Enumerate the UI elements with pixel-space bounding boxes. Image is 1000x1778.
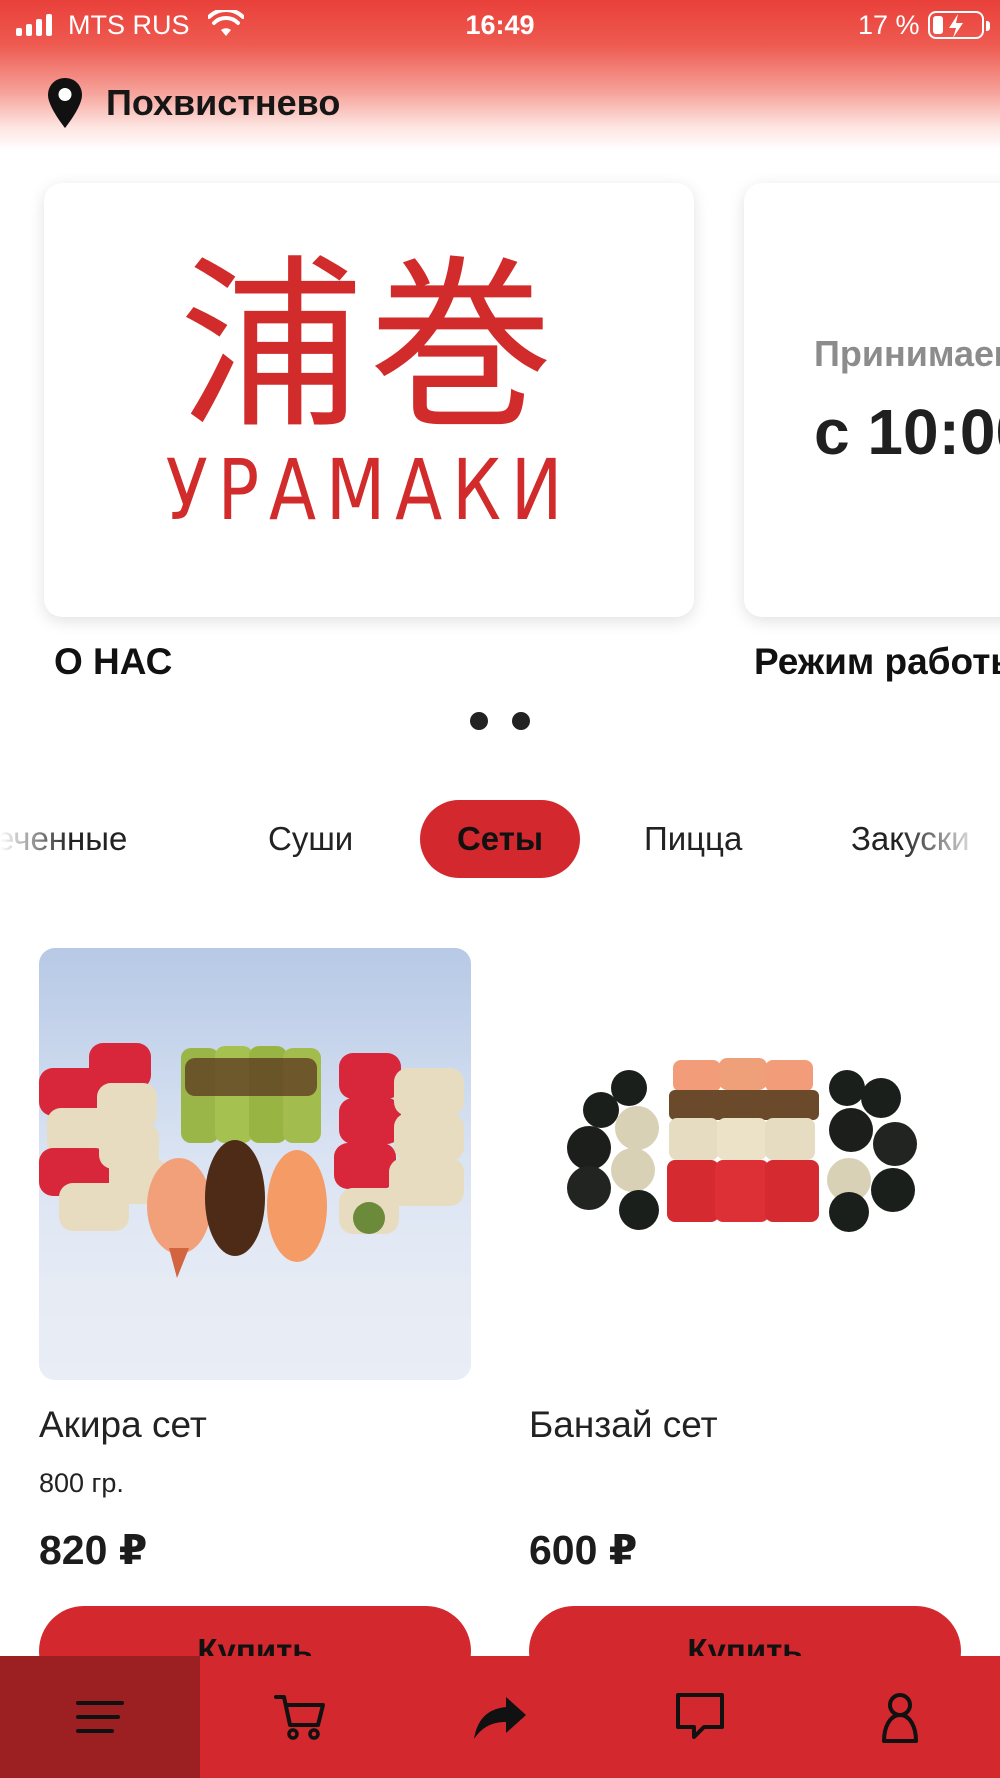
hours-value: с 10:00: [814, 396, 1000, 468]
location-pin-icon: [48, 78, 82, 128]
tab-sets[interactable]: Сеты: [420, 800, 580, 878]
pagination-dot[interactable]: [512, 712, 530, 730]
product-weight: 800 гр.: [39, 1468, 124, 1498]
carousel-pagination: [0, 712, 1000, 730]
menu-icon: [76, 1701, 124, 1733]
product-card[interactable]: Акира сет 800 гр. 820 ₽ Купить: [39, 948, 471, 1696]
nav-menu[interactable]: [0, 1656, 200, 1778]
location-selector[interactable]: Похвистнево: [46, 76, 340, 130]
nav-chat[interactable]: [600, 1656, 800, 1778]
brand-logo-cjk: 浦巻: [178, 240, 559, 454]
product-image-banzai-set[interactable]: [529, 948, 961, 1380]
battery-icon: [928, 11, 990, 39]
status-bar: MTS RUS 16:49 17 %: [0, 0, 1000, 52]
pagination-dot[interactable]: [470, 712, 488, 730]
info-carousel[interactable]: 浦巻 УРАМАКИ О НАС Принимаем с 10:00 Режим…: [0, 165, 1000, 705]
city-name: Похвистнево: [106, 82, 341, 123]
product-name: Акира сет: [39, 1404, 207, 1445]
category-tabs[interactable]: ечeнные Суши Сеты Пицца Закуски: [0, 800, 1000, 878]
nav-profile[interactable]: [800, 1656, 1000, 1778]
nav-cart[interactable]: [200, 1656, 400, 1778]
cart-icon: [274, 1695, 325, 1740]
nav-share[interactable]: [400, 1656, 600, 1778]
tabs-fade-left: [0, 800, 70, 878]
product-card[interactable]: Банзай сет 600 ₽ Купить: [529, 948, 961, 1696]
working-hours-card[interactable]: Принимаем с 10:00: [744, 183, 1000, 617]
product-image-akira-set[interactable]: [39, 948, 471, 1380]
clock: 16:49: [465, 10, 535, 40]
about-us-card[interactable]: 浦巻 УРАМАКИ: [44, 183, 694, 617]
product-price: 820 ₽: [39, 1527, 148, 1573]
tab-sushi[interactable]: Суши: [268, 800, 353, 878]
profile-icon: [882, 1693, 918, 1743]
battery-percentage: 17 %: [858, 10, 920, 40]
charging-bolt-icon: [949, 14, 963, 38]
working-hours-caption: Режим работы: [754, 641, 1000, 682]
chat-icon: [676, 1693, 724, 1739]
sushi-set-image: [39, 948, 471, 1380]
tab-pizza[interactable]: Пицца: [644, 800, 742, 878]
product-name: Банзай сет: [529, 1404, 718, 1445]
sushi-set-image: [529, 948, 961, 1380]
product-price: 600 ₽: [529, 1527, 638, 1573]
share-icon: [474, 1697, 526, 1739]
tabs-fade-right: [900, 800, 1000, 878]
bottom-navigation: [0, 1656, 1000, 1778]
brand-logo-text: УРАМАКИ: [165, 441, 573, 539]
hours-label: Принимаем: [814, 333, 1000, 374]
about-us-caption: О НАС: [54, 641, 173, 682]
